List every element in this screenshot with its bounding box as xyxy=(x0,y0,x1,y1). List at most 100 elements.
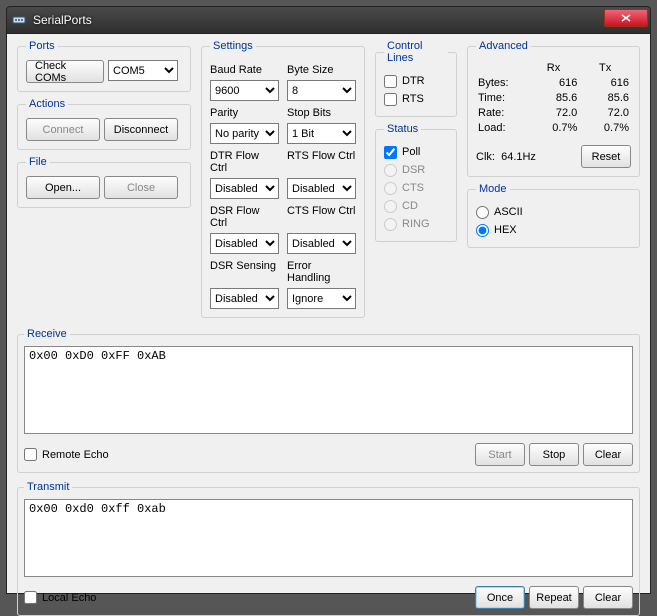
dsrflow-select[interactable]: Disabled xyxy=(210,233,279,254)
advanced-legend: Advanced xyxy=(476,40,531,52)
hex-label: HEX xyxy=(494,224,517,236)
receive-clear-button[interactable]: Clear xyxy=(583,443,633,466)
transmit-group: Transmit Local Echo Once Repeat Clear xyxy=(17,481,640,616)
local-echo-row[interactable]: Local Echo xyxy=(24,589,96,607)
ports-group: Ports Check COMs COM5 xyxy=(17,40,191,92)
rts-checkbox[interactable] xyxy=(384,93,397,106)
cd-radio xyxy=(384,200,397,213)
connect-button[interactable]: Connect xyxy=(26,118,100,141)
time-tx: 85.6 xyxy=(579,90,631,105)
settings-legend: Settings xyxy=(210,40,256,52)
poll-checkbox-row[interactable]: Poll xyxy=(384,143,448,161)
poll-label: Poll xyxy=(402,146,420,158)
load-tx: 0.7% xyxy=(579,120,631,135)
window: SerialPorts Ports Check COMs COM5 Act xyxy=(0,0,657,594)
dsrsense-select[interactable]: Disabled xyxy=(210,288,279,309)
cts-radio xyxy=(384,182,397,195)
client-area: Ports Check COMs COM5 Actions Connect Di… xyxy=(6,34,651,594)
dtr-checkbox-row[interactable]: DTR xyxy=(384,72,448,90)
repeat-button[interactable]: Repeat xyxy=(529,586,579,609)
disconnect-button[interactable]: Disconnect xyxy=(104,118,178,141)
local-echo-label: Local Echo xyxy=(42,592,96,604)
window-close-button[interactable] xyxy=(604,9,648,27)
ring-radio-row: RING xyxy=(384,215,448,233)
bytes-rx: 616 xyxy=(528,75,580,90)
load-label: Load: xyxy=(476,120,528,135)
ring-label: RING xyxy=(402,218,430,230)
ctsflow-label: CTS Flow Ctrl xyxy=(287,205,356,229)
app-icon xyxy=(11,12,27,28)
load-rx: 0.7% xyxy=(528,120,580,135)
dsr-radio-row: DSR xyxy=(384,161,448,179)
open-button[interactable]: Open... xyxy=(26,176,100,199)
cd-radio-row: CD xyxy=(384,197,448,215)
hex-radio[interactable] xyxy=(476,224,489,237)
rate-label: Rate: xyxy=(476,105,528,120)
rtsflow-select[interactable]: Disabled xyxy=(287,178,356,199)
file-legend: File xyxy=(26,156,50,168)
remote-echo-checkbox[interactable] xyxy=(24,448,37,461)
error-select[interactable]: Ignore xyxy=(287,288,356,309)
reset-button[interactable]: Reset xyxy=(581,145,631,168)
local-echo-checkbox[interactable] xyxy=(24,591,37,604)
once-button[interactable]: Once xyxy=(475,586,525,609)
com-select[interactable]: COM5 xyxy=(108,60,178,81)
ctsflow-select[interactable]: Disabled xyxy=(287,233,356,254)
stopbits-label: Stop Bits xyxy=(287,107,356,119)
close-icon xyxy=(621,14,631,22)
bytes-tx: 616 xyxy=(579,75,631,90)
time-label: Time: xyxy=(476,90,528,105)
status-legend: Status xyxy=(384,123,421,135)
byte-label: Byte Size xyxy=(287,64,356,76)
dsr-radio xyxy=(384,164,397,177)
rts-checkbox-row[interactable]: RTS xyxy=(384,90,448,108)
transmit-clear-button[interactable]: Clear xyxy=(583,586,633,609)
hex-radio-row[interactable]: HEX xyxy=(476,221,631,239)
advanced-group: Advanced RxTx Bytes:616616 Time:85.685.6… xyxy=(467,40,640,177)
dsr-label: DSR xyxy=(402,164,425,176)
stop-button[interactable]: Stop xyxy=(529,443,579,466)
baud-select[interactable]: 9600 xyxy=(210,80,279,101)
actions-group: Actions Connect Disconnect xyxy=(17,98,191,150)
transmit-textarea[interactable] xyxy=(24,499,633,577)
check-coms-button[interactable]: Check COMs xyxy=(26,60,104,83)
dtrflow-label: DTR Flow Ctrl xyxy=(210,150,279,174)
parity-select[interactable]: No parity xyxy=(210,123,279,144)
receive-textarea[interactable] xyxy=(24,346,633,434)
dtr-checkbox[interactable] xyxy=(384,75,397,88)
ports-legend: Ports xyxy=(26,40,58,52)
cts-radio-row: CTS xyxy=(384,179,448,197)
stopbits-select[interactable]: 1 Bit xyxy=(287,123,356,144)
rate-tx: 72.0 xyxy=(579,105,631,120)
dtrflow-select[interactable]: Disabled xyxy=(210,178,279,199)
mode-legend: Mode xyxy=(476,183,510,195)
status-group: Status Poll DSR CTS CD RING xyxy=(375,123,457,242)
poll-checkbox[interactable] xyxy=(384,146,397,159)
titlebar: SerialPorts xyxy=(6,6,651,34)
rts-label: RTS xyxy=(402,93,424,105)
byte-select[interactable]: 8 xyxy=(287,80,356,101)
start-button[interactable]: Start xyxy=(475,443,525,466)
tx-header: Tx xyxy=(579,60,631,75)
rtsflow-label: RTS Flow Ctrl xyxy=(287,150,356,174)
receive-legend: Receive xyxy=(24,328,70,340)
ascii-radio[interactable] xyxy=(476,206,489,219)
close-button[interactable]: Close xyxy=(104,176,178,199)
rate-rx: 72.0 xyxy=(528,105,580,120)
file-group: File Open... Close xyxy=(17,156,191,208)
error-label: Error Handling xyxy=(287,260,356,284)
receive-group: Receive Remote Echo Start Stop Clear xyxy=(17,328,640,473)
cd-label: CD xyxy=(402,200,418,212)
transmit-legend: Transmit xyxy=(24,481,72,493)
dtr-label: DTR xyxy=(402,75,425,87)
baud-label: Baud Rate xyxy=(210,64,279,76)
bytes-label: Bytes: xyxy=(476,75,528,90)
ascii-radio-row[interactable]: ASCII xyxy=(476,203,631,221)
actions-legend: Actions xyxy=(26,98,68,110)
control-lines-legend: Control Lines xyxy=(384,40,448,64)
parity-label: Parity xyxy=(210,107,279,119)
window-title: SerialPorts xyxy=(33,13,92,27)
remote-echo-row[interactable]: Remote Echo xyxy=(24,446,109,464)
settings-group: Settings Baud Rate Byte Size 9600 8 Pari… xyxy=(201,40,365,318)
time-rx: 85.6 xyxy=(528,90,580,105)
